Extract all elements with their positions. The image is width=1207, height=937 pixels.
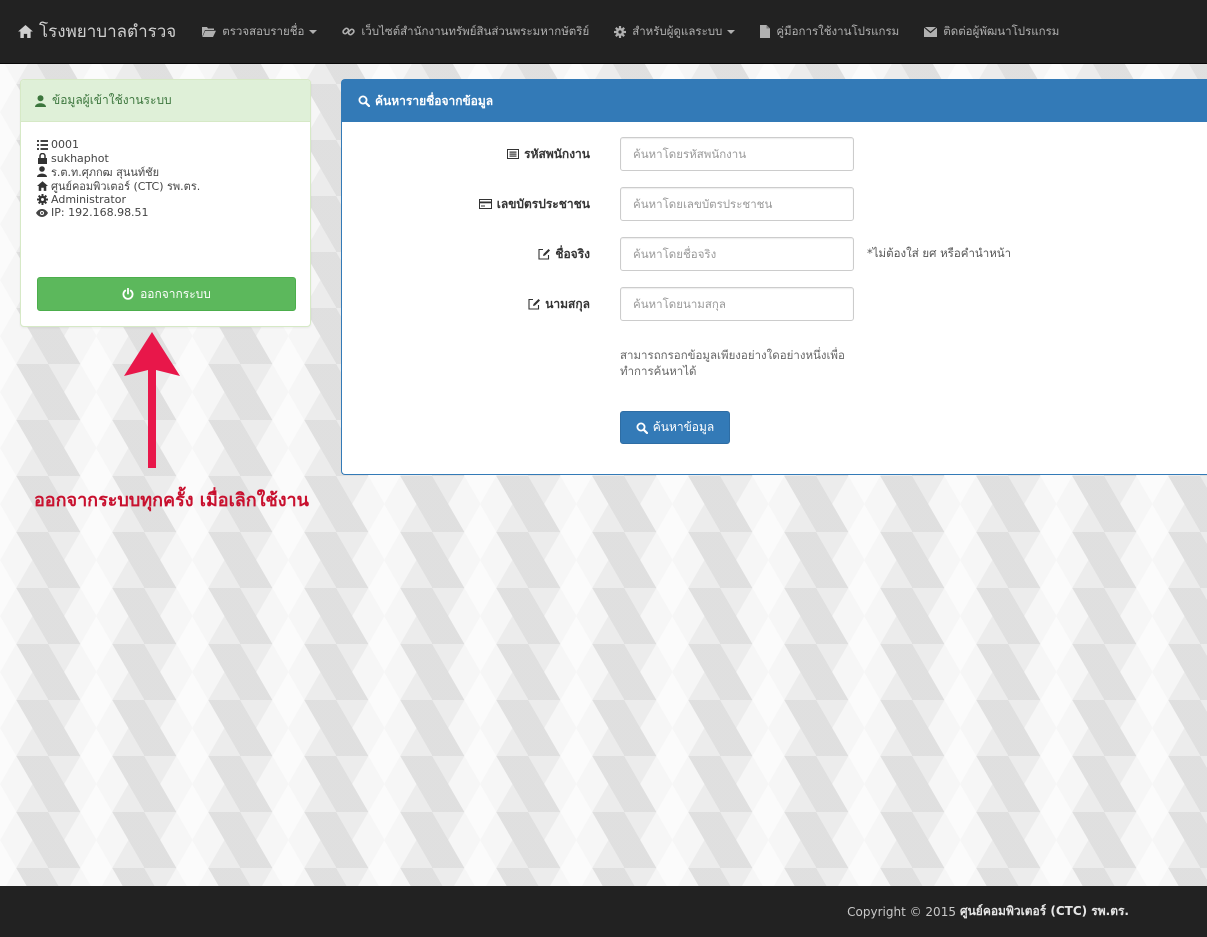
user-id-row: 0001 <box>36 138 296 152</box>
top-navbar: โรงพยาบาลตำรวจ ตรวจสอบรายชื่อ เว็บไซต์สำ… <box>0 0 1207 64</box>
id-card-icon <box>507 149 520 159</box>
eye-icon <box>36 208 48 217</box>
gear-icon <box>614 25 627 38</box>
nav-contact-link[interactable]: ติดต่อผู้พัฒนาโปรแกรม <box>924 23 1059 41</box>
logout-label: ออกจากระบบ <box>140 286 211 301</box>
list-icon <box>36 139 48 150</box>
folder-open-icon <box>202 26 217 37</box>
user-icon <box>35 94 46 107</box>
user-info-panel: ข้อมูลผู้เข้าใช้งานระบบ 0001 sukhaphot ร… <box>20 79 311 327</box>
link-icon <box>342 25 356 38</box>
envelope-icon <box>924 26 938 37</box>
user-panel-title: ข้อมูลผู้เข้าใช้งานระบบ <box>52 93 172 107</box>
last-name-label: นามสกุล <box>528 287 590 321</box>
nav-check-names-dropdown[interactable]: ตรวจสอบรายชื่อ <box>202 23 318 41</box>
brand-link[interactable]: โรงพยาบาลตำรวจ <box>18 18 176 45</box>
logout-button[interactable]: ออกจากระบบ <box>37 277 296 311</box>
user-panel-header: ข้อมูลผู้เข้าใช้งานระบบ <box>21 80 310 122</box>
nav-contact-label: ติดต่อผู้พัฒนาโปรแกรม <box>943 23 1060 38</box>
employee-id-input[interactable] <box>620 137 854 171</box>
search-icon <box>636 422 648 434</box>
chevron-down-icon <box>309 29 318 34</box>
annotation-text: ออกจากระบบทุกครั้ง เมื่อเลิกใช้งาน <box>34 490 309 511</box>
credit-card-icon <box>478 199 492 209</box>
user-icon <box>36 166 48 178</box>
chevron-down-icon <box>727 29 736 34</box>
edit-icon <box>538 248 551 260</box>
lock-icon <box>36 152 48 164</box>
search-icon <box>358 95 370 107</box>
annotation-arrow-icon <box>122 332 182 468</box>
power-icon <box>122 288 134 300</box>
home-icon <box>36 180 48 191</box>
search-panel: ค้นหารายชื่อจากข้อมูล รหัสพนักงาน เลขบัต… <box>341 79 1207 475</box>
citizen-id-input[interactable] <box>620 187 854 221</box>
search-panel-header: ค้นหารายชื่อจากข้อมูล <box>342 80 1207 122</box>
citizen-id-label: เลขบัตรประชาชน <box>478 187 590 221</box>
nav-website-link[interactable]: เว็บไซต์สำนักงานทรัพย์สินส่วนพระมหากษัตร… <box>342 23 589 41</box>
nav-manual-link[interactable]: คู่มือการใช้งานโปรแกรม <box>760 23 899 41</box>
last-name-input[interactable] <box>620 287 854 321</box>
first-name-input[interactable] <box>620 237 854 271</box>
user-info-list: 0001 sukhaphot ร.ต.ท.ศุภกฒ สุนนท์ชัย ศูน… <box>21 122 310 220</box>
brand-title: โรงพยาบาลตำรวจ <box>39 22 177 42</box>
nav-admin-dropdown[interactable]: สำหรับผู้ดูแลระบบ <box>614 23 736 41</box>
search-panel-title: ค้นหารายชื่อจากข้อมูล <box>375 93 494 108</box>
file-icon <box>760 25 771 38</box>
ip-address: IP: 192.168.98.51 <box>51 206 149 220</box>
name-hint-text: *ไม่ต้องใส่ ยศ หรือคำนำหน้า <box>867 246 1012 260</box>
nav-check-names-label: ตรวจสอบรายชื่อ <box>222 23 305 38</box>
footer-copyright: Copyright © 2015 <box>847 904 956 919</box>
ip-row: IP: 192.168.98.51 <box>36 206 296 220</box>
nav-website-label: เว็บไซต์สำนักงานทรัพย์สินส่วนพระมหากษัตร… <box>361 23 590 38</box>
gear-icon <box>36 193 48 205</box>
user-id: 0001 <box>51 138 79 152</box>
footer-org: ศูนย์คอมพิวเตอร์ (CTC) รพ.ตร. <box>959 904 1129 918</box>
search-button-label: ค้นหาข้อมูล <box>652 420 715 434</box>
search-help-text: สามารถกรอกข้อมูลเพียงอย่างใดอย่างหนึ่งเพ… <box>620 348 845 378</box>
nav-admin-label: สำหรับผู้ดูแลระบบ <box>632 23 723 38</box>
first-name-label: ชื่อจริง <box>538 237 590 271</box>
role: Administrator <box>51 192 126 206</box>
footer: Copyright © 2015 ศูนย์คอมพิวเตอร์ (CTC) … <box>0 886 1207 937</box>
search-button[interactable]: ค้นหาข้อมูล <box>620 411 730 444</box>
department-row: ศูนย์คอมพิวเตอร์ (CTC) รพ.ตร. <box>36 179 296 193</box>
employee-id-label: รหัสพนักงาน <box>507 137 590 171</box>
edit-icon <box>528 298 541 310</box>
home-icon <box>18 25 33 38</box>
nav-manual-label: คู่มือการใช้งานโปรแกรม <box>776 23 900 38</box>
